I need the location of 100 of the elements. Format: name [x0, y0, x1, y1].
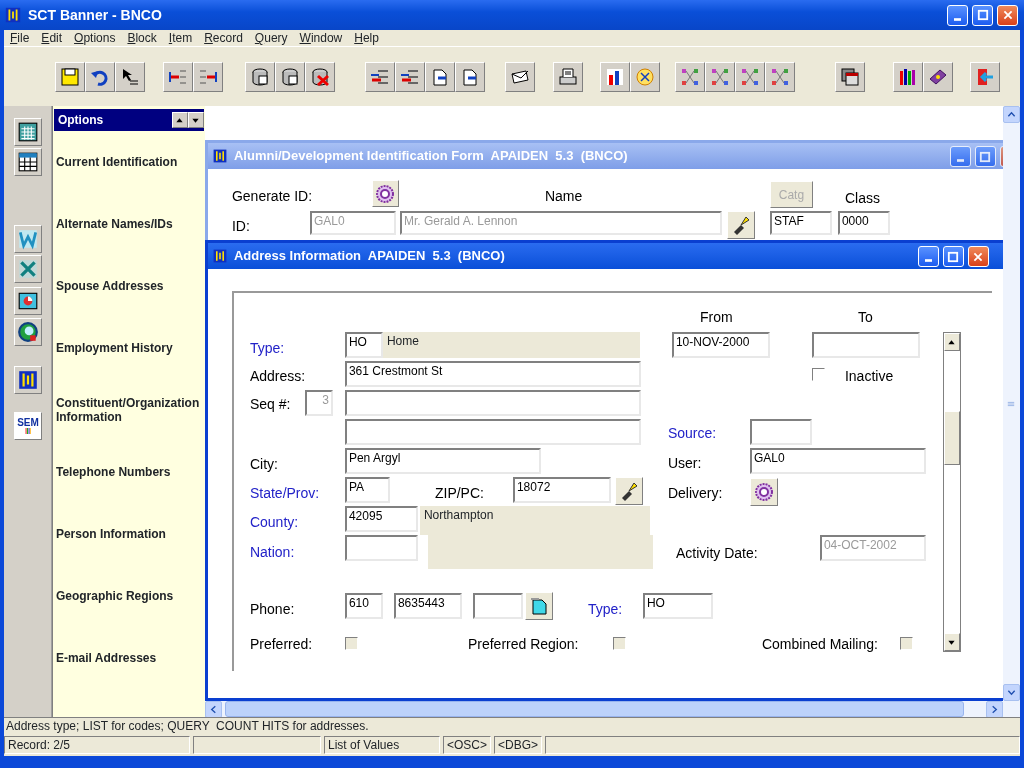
document-button[interactable] [455, 61, 485, 92]
minimize-button[interactable] [917, 246, 939, 267]
field-label: From [699, 309, 733, 325]
menu-item[interactable]: Window [293, 29, 349, 47]
field-label: Seq #: [249, 396, 291, 412]
status-field: List of Values [324, 736, 440, 754]
network-button[interactable] [735, 61, 765, 92]
status-field: <OSC> [443, 736, 492, 754]
menu-item[interactable]: Block [121, 29, 163, 47]
scroll-thumb[interactable] [943, 411, 960, 465]
option-link[interactable]: Employment History [52, 341, 205, 355]
maximize-button[interactable] [974, 146, 996, 167]
menu-item[interactable]: Query [248, 29, 294, 47]
input-field[interactable] [344, 419, 641, 445]
horizontal-scrollbar[interactable] [204, 701, 1003, 717]
input-field[interactable]: STAF [769, 211, 832, 235]
windows-button[interactable] [835, 61, 865, 92]
minimize-button[interactable] [947, 4, 968, 26]
input-field[interactable]: 0000 [837, 211, 890, 235]
input-field[interactable]: 610 [344, 593, 383, 619]
database-delete-button[interactable] [305, 61, 335, 92]
window-title: Alumni/Development Identification Form APAIDEN 5.3 (BNCO) [233, 147, 628, 166]
minimize-button[interactable] [949, 146, 971, 167]
field-label: Generate ID: [231, 188, 313, 204]
input-field[interactable]: 18072 [512, 477, 611, 503]
option-link[interactable]: Geographic Regions [52, 589, 205, 603]
option-link[interactable]: Telephone Numbers [52, 465, 205, 479]
option-link[interactable]: Spouse Addresses [52, 279, 205, 293]
vertical-scrollbar[interactable] [1003, 106, 1020, 717]
document-icon [17, 228, 39, 250]
undo-button[interactable] [85, 61, 115, 92]
calculator-icon [17, 121, 39, 143]
status-field: Record: 2/5 [4, 736, 190, 754]
network-button[interactable] [705, 61, 735, 92]
indent-button[interactable] [163, 61, 193, 92]
table-button[interactable] [14, 148, 42, 176]
gear-button[interactable] [371, 180, 399, 207]
document-button[interactable] [14, 225, 42, 253]
document-button[interactable] [425, 61, 455, 92]
record-scrollbar[interactable] [942, 332, 961, 652]
pie-chart-button[interactable] [14, 287, 42, 315]
field-label: ID: [231, 218, 250, 234]
book-button[interactable] [923, 61, 953, 92]
flashlight-button[interactable] [726, 211, 755, 239]
network-icon [680, 66, 700, 87]
bar-chart-button[interactable] [600, 61, 630, 92]
input-field[interactable]: 42095 [344, 506, 418, 532]
option-link[interactable]: E-mail Addresses [52, 651, 205, 665]
input-field[interactable] [811, 332, 920, 358]
input-field[interactable] [749, 419, 812, 445]
save-button[interactable] [55, 61, 85, 92]
gear-button[interactable] [749, 478, 778, 506]
input-field[interactable] [344, 390, 641, 416]
input-field[interactable]: 361 Crestmont St [344, 361, 641, 387]
books-button[interactable] [893, 61, 923, 92]
network-button[interactable] [675, 61, 705, 92]
option-link[interactable]: Constituent/Organization Information [52, 396, 205, 424]
menu-item[interactable]: Item [162, 29, 199, 47]
list-button[interactable] [365, 61, 395, 92]
envelope-button[interactable] [505, 61, 535, 92]
input-field[interactable] [472, 593, 523, 619]
printer-button[interactable] [553, 61, 583, 92]
spreadsheet-button[interactable] [14, 255, 42, 283]
sem-button[interactable]: SEM [14, 412, 42, 440]
figure-button[interactable] [14, 366, 42, 394]
input-field[interactable]: Pen Argyl [344, 448, 541, 474]
input-field[interactable]: GAL0 [749, 448, 926, 474]
maximize-button[interactable] [972, 4, 993, 26]
outdent-button[interactable] [193, 61, 223, 92]
calculator-button[interactable] [14, 118, 42, 146]
scroll-up-button[interactable] [171, 112, 188, 128]
option-link[interactable]: Alternate Names/IDs [52, 217, 205, 231]
input-field[interactable]: 10-NOV-2000 [671, 332, 770, 358]
document-button[interactable] [524, 592, 553, 620]
option-link[interactable]: Current Identification [52, 155, 205, 169]
network-button[interactable] [765, 61, 795, 92]
input-field[interactable]: 8635443 [393, 593, 462, 619]
database-button[interactable] [245, 61, 275, 92]
menu-item[interactable]: File [4, 29, 36, 47]
menu-item[interactable]: Help [348, 29, 385, 47]
close-button[interactable] [967, 246, 989, 267]
option-link[interactable]: Person Information [52, 527, 205, 541]
pointer-button[interactable] [115, 61, 145, 92]
flashlight-button[interactable] [614, 477, 643, 505]
input-field[interactable]: HO [642, 593, 713, 619]
input-field[interactable] [344, 535, 418, 561]
database-button[interactable] [275, 61, 305, 92]
field-label: Combined Mailing: [761, 636, 878, 652]
menu-item[interactable]: Edit [35, 29, 69, 47]
menu-item[interactable]: Options [68, 29, 122, 47]
input-field[interactable]: PA [344, 477, 390, 503]
globe-button[interactable] [14, 318, 42, 346]
menu-item[interactable]: Record [198, 29, 249, 47]
close-button[interactable] [997, 4, 1018, 26]
list-button[interactable] [395, 61, 425, 92]
app-icon [4, 6, 22, 24]
exit-button[interactable] [970, 61, 1000, 92]
maximize-button[interactable] [942, 246, 964, 267]
circle-symbol-button[interactable] [630, 61, 660, 92]
input-field[interactable]: HO [344, 332, 383, 358]
